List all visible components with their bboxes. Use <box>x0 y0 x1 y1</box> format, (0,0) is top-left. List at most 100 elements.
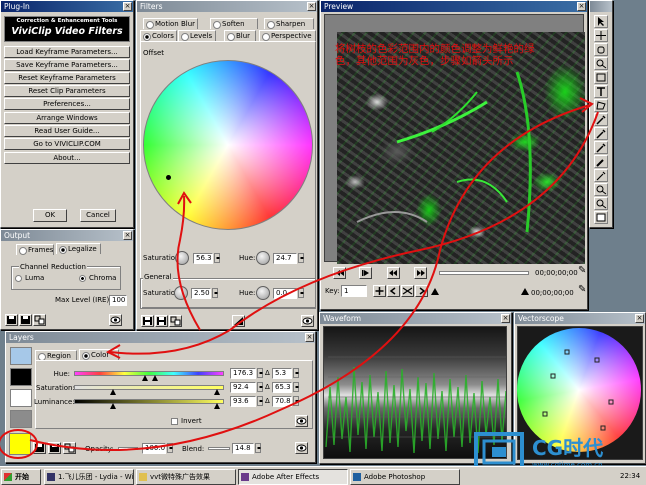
magnify-tool-icon[interactable] <box>594 183 608 196</box>
hue-delta-spinner[interactable] <box>293 368 299 378</box>
eye-icon[interactable] <box>301 315 314 327</box>
output-titlebar[interactable]: Output × <box>1 230 133 241</box>
load-preset-icon[interactable] <box>155 315 168 327</box>
tab-color[interactable]: Color <box>79 349 119 360</box>
saturation-knob[interactable] <box>175 251 189 265</box>
tab-sharpen[interactable]: Sharpen <box>264 18 314 29</box>
cancel-button[interactable]: Cancel <box>80 209 116 222</box>
eyedropper-tool-icon[interactable] <box>594 113 608 126</box>
pen-icon[interactable]: ✎ <box>578 265 587 277</box>
luma-radio[interactable] <box>15 275 22 282</box>
chroma-radio[interactable] <box>79 275 86 282</box>
layer-swatch-4[interactable] <box>10 410 32 428</box>
save-preset-icon[interactable] <box>141 315 154 327</box>
polygon-tool-icon[interactable] <box>594 99 608 112</box>
preview-titlebar[interactable]: Preview × <box>321 1 587 12</box>
prev-key-icon[interactable] <box>387 285 400 297</box>
magnify-minus-tool-icon[interactable] <box>594 197 608 210</box>
load-layer-icon[interactable] <box>48 442 61 454</box>
layer-swatch-selected[interactable] <box>9 433 31 455</box>
close-icon[interactable]: × <box>305 333 314 342</box>
tab-motion-blur[interactable]: Motion Blur <box>143 18 198 29</box>
reset-view-tool-icon[interactable] <box>594 211 608 224</box>
arrow-tool-icon[interactable] <box>594 15 608 28</box>
close-icon[interactable]: × <box>123 231 132 240</box>
move-tool-icon[interactable] <box>594 29 608 42</box>
offset-handle[interactable] <box>166 175 171 180</box>
link-key-icon[interactable] <box>401 285 414 297</box>
taskbar-item-folder[interactable]: vvt微特殊广告效果 <box>136 469 236 485</box>
close-icon[interactable]: × <box>635 314 644 323</box>
gen-hue-spinner[interactable] <box>298 288 304 298</box>
saturation-slider-thumb[interactable] <box>214 389 220 395</box>
rewind-icon[interactable] <box>333 267 346 279</box>
color-wheel[interactable] <box>143 60 313 230</box>
invert-checkbox[interactable] <box>171 418 178 425</box>
blend-spinner[interactable] <box>255 443 261 453</box>
gen-hue-knob[interactable] <box>256 286 270 300</box>
reset-filter-icon[interactable] <box>232 315 245 327</box>
toolbox-titlebar[interactable] <box>590 1 612 12</box>
saturation-spinner[interactable] <box>214 253 220 263</box>
play-icon[interactable] <box>359 267 372 279</box>
saturation-delta-spinner[interactable] <box>293 382 299 392</box>
max-level-field[interactable]: 100 <box>109 295 127 306</box>
layer-swatch-1[interactable] <box>10 347 32 365</box>
tab-frames[interactable]: Frames <box>16 244 54 255</box>
tab-blur[interactable]: Blur <box>224 30 256 41</box>
read-guide-button[interactable]: Read User Guide... <box>4 125 130 137</box>
taskbar-item-aftereffects[interactable]: Adobe After Effects <box>238 469 348 485</box>
hue-slider[interactable] <box>74 371 224 376</box>
gen-hue-field[interactable]: 0.0 <box>273 288 297 299</box>
waveform-titlebar[interactable]: Waveform × <box>320 313 511 324</box>
hue-spinner[interactable] <box>298 253 304 263</box>
key-marker-icon-end[interactable] <box>521 288 529 295</box>
layers-titlebar[interactable]: Layers × <box>6 332 315 343</box>
load-keyframe-button[interactable]: Load Keyframe Parameters... <box>4 46 130 58</box>
luminance-delta-field[interactable]: 70.8 <box>272 396 292 407</box>
gen-saturation-field[interactable]: 2.50 <box>191 288 211 299</box>
gen-saturation-knob[interactable] <box>174 286 188 300</box>
key-marker-icon[interactable] <box>431 288 439 295</box>
prev-frame-icon[interactable] <box>387 267 400 279</box>
timeline-track[interactable] <box>439 271 529 275</box>
go-website-button[interactable]: Go to VIVICLIP.COM <box>4 138 130 150</box>
saturation-slider-thumb[interactable] <box>110 389 116 395</box>
tab-soften[interactable]: Soften <box>210 18 258 29</box>
start-button[interactable]: 开始 <box>1 469 41 485</box>
eye-icon[interactable] <box>295 415 308 427</box>
reset-clip-button[interactable]: Reset Clip Parameters <box>4 85 130 97</box>
hue-value-spinner[interactable] <box>257 368 263 378</box>
layer-swatch-3[interactable] <box>10 389 32 407</box>
close-icon[interactable]: × <box>577 2 586 11</box>
saturation-delta-field[interactable]: 65.3 <box>272 382 292 393</box>
luminance-slider[interactable] <box>74 399 224 404</box>
zoom-tool-icon[interactable] <box>594 57 608 70</box>
add-key-icon[interactable] <box>373 285 386 297</box>
opacity-slider[interactable] <box>118 447 138 450</box>
hue-delta-field[interactable]: 5.3 <box>272 368 292 379</box>
opacity-spinner[interactable] <box>167 443 173 453</box>
copy-layer-icon[interactable] <box>63 442 76 454</box>
close-icon[interactable]: × <box>307 2 316 11</box>
taskbar-item-music[interactable]: 1.飞儿乐团 - Lydia - Wi... <box>44 469 134 485</box>
tab-colors[interactable]: Colors <box>140 30 177 41</box>
tab-legalize[interactable]: Legalize <box>56 243 101 254</box>
save-preset-icon[interactable] <box>5 314 18 326</box>
copy-preset-icon[interactable] <box>33 314 46 326</box>
hand-tool-icon[interactable] <box>594 43 608 56</box>
blend-field[interactable]: 14.8 <box>232 443 254 454</box>
luminance-delta-spinner[interactable] <box>293 396 299 406</box>
luminance-slider-thumb[interactable] <box>110 403 116 409</box>
plugin-titlebar[interactable]: Plug-In × <box>1 1 133 12</box>
opacity-field[interactable]: 100.0 <box>142 443 166 454</box>
saturation-slider[interactable] <box>74 385 224 390</box>
about-button[interactable]: About... <box>4 152 130 164</box>
key-select[interactable]: 1 <box>341 285 367 297</box>
hue-slider-thumb[interactable] <box>142 375 148 381</box>
tab-perspective[interactable]: Perspective <box>259 30 316 41</box>
eyedropper-plus-tool-icon[interactable] <box>594 127 608 140</box>
pen-tool-icon[interactable] <box>594 169 608 182</box>
rectangle-tool-icon[interactable] <box>594 71 608 84</box>
hue-field[interactable]: 24.7 <box>273 253 297 264</box>
